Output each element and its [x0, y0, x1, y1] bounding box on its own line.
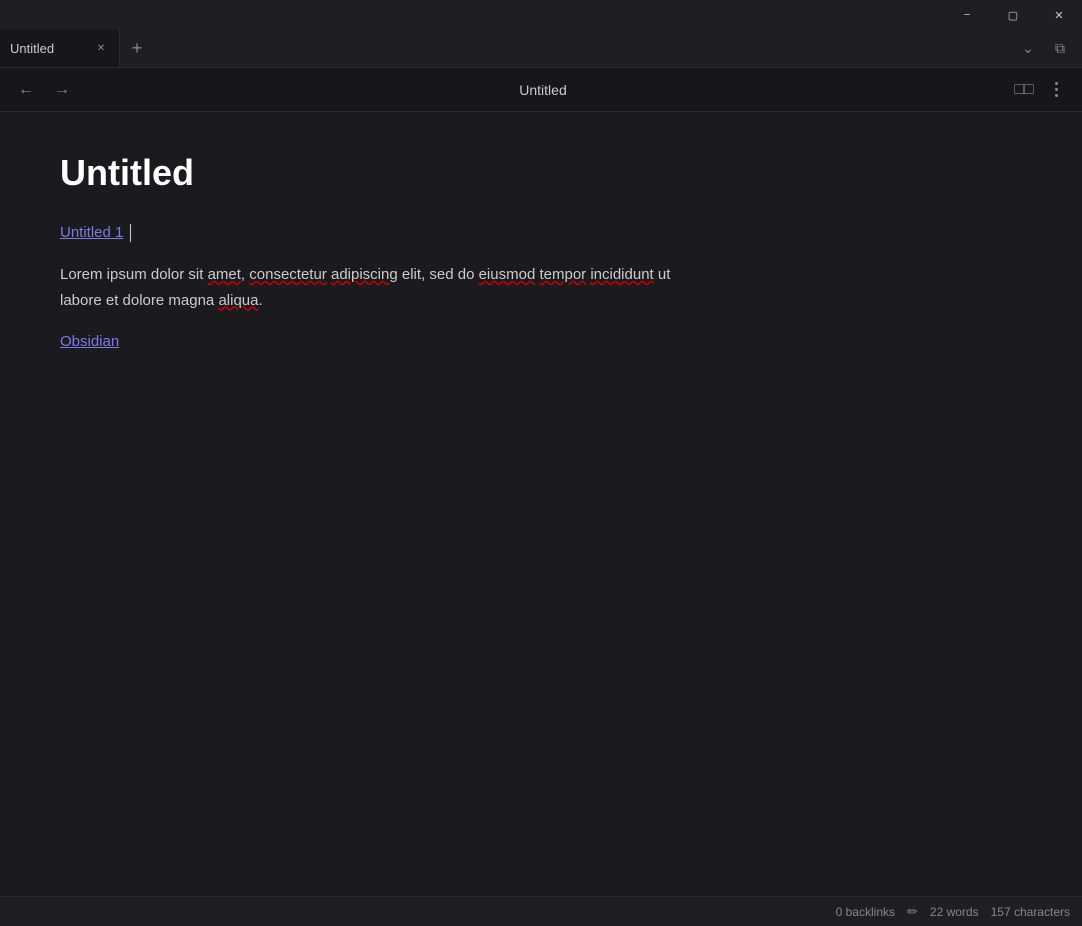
spell-word-amet: amet	[208, 266, 241, 283]
note-link-2-container: Obsidian	[60, 333, 1022, 351]
text-cursor	[130, 224, 131, 242]
title-bar-controls: − ▢ ✕	[944, 0, 1082, 30]
spell-word-eiusmod: eiusmod	[479, 266, 536, 283]
three-dots-icon	[1055, 82, 1058, 97]
nav-title: Untitled	[84, 82, 1002, 98]
more-options-button[interactable]	[1042, 76, 1070, 104]
note-link-1[interactable]: Untitled 1	[60, 224, 123, 241]
tab-bar-right: ⌄ ⧉	[1014, 35, 1082, 63]
nav-bar: ← → Untitled □□	[0, 68, 1082, 112]
close-button[interactable]: ✕	[1036, 0, 1082, 30]
backlinks-count: 0 backlinks	[836, 905, 895, 919]
split-view-button[interactable]: ⧉	[1046, 35, 1074, 63]
spell-word-tempor: tempor	[539, 266, 586, 283]
nav-right: □□	[1010, 76, 1070, 104]
title-bar: − ▢ ✕	[0, 0, 1082, 30]
spell-word-aliqua: aliqua	[218, 292, 258, 309]
reader-view-button[interactable]: □□	[1010, 76, 1038, 104]
word-count: 22 words	[930, 905, 979, 919]
minimize-button[interactable]: −	[944, 0, 990, 30]
char-count: 157 characters	[991, 905, 1070, 919]
edit-status: ✏	[907, 904, 918, 920]
status-bar: 0 backlinks ✏ 22 words 157 characters	[0, 896, 1082, 926]
edit-icon: ✏	[907, 904, 918, 920]
active-tab[interactable]: Untitled ✕	[0, 30, 120, 67]
note-link-1-container: Untitled 1	[60, 224, 1022, 242]
spell-word-incididunt: incididunt	[590, 266, 653, 283]
spell-word-consectetur: consectetur	[249, 266, 327, 283]
word-count-status: 22 words	[930, 905, 979, 919]
main-content: Untitled Untitled 1 Lorem ipsum dolor si…	[0, 112, 1082, 896]
note-link-2[interactable]: Obsidian	[60, 333, 119, 350]
spell-word-adipiscing: adipiscing	[331, 266, 398, 283]
note-title: Untitled	[60, 152, 1022, 194]
tab-label: Untitled	[10, 41, 54, 56]
tab-dropdown-button[interactable]: ⌄	[1014, 35, 1042, 63]
tab-close-button[interactable]: ✕	[93, 41, 109, 57]
forward-button[interactable]: →	[48, 76, 76, 104]
backlinks-status: 0 backlinks	[836, 905, 895, 919]
maximize-button[interactable]: ▢	[990, 0, 1036, 30]
new-tab-button[interactable]: +	[120, 32, 154, 66]
tab-bar: Untitled ✕ + ⌄ ⧉	[0, 30, 1082, 68]
note-body: Lorem ipsum dolor sit amet, consectetur …	[60, 262, 1022, 313]
back-button[interactable]: ←	[12, 76, 40, 104]
char-count-status: 157 characters	[991, 905, 1070, 919]
